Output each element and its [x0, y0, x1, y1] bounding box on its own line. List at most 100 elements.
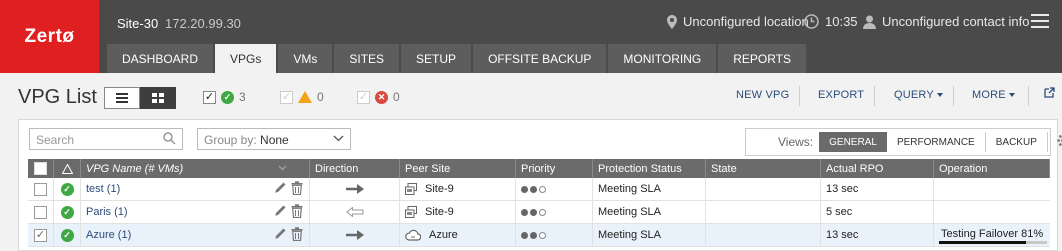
list-icon	[116, 93, 128, 103]
filter-warning-count: 0	[317, 90, 324, 104]
trash-icon[interactable]	[291, 227, 303, 241]
column-header-vpg-name[interactable]: VPG Name (# VMs)	[81, 159, 310, 178]
peer-site-name: Azure	[429, 229, 458, 241]
tab-dashboard[interactable]: DASHBOARD	[107, 44, 214, 73]
tab-monitoring[interactable]: MONITORING	[608, 44, 717, 73]
column-header-protection-status[interactable]: Protection Status	[593, 159, 706, 178]
gear-icon[interactable]	[1048, 133, 1062, 151]
filter-ok[interactable]: ✓ ✓ 3	[203, 90, 246, 104]
select-all-checkbox[interactable]	[28, 159, 54, 178]
table-header: VPG Name (# VMs) Direction Peer Site Pri…	[28, 159, 1050, 178]
map-pin-icon	[667, 14, 677, 29]
column-header-priority[interactable]: Priority	[516, 159, 593, 178]
site-name: Site-30	[117, 16, 159, 31]
location-info[interactable]: Unconfigured location	[667, 14, 809, 29]
query-label: QUERY	[894, 89, 934, 101]
vpg-name-cell: Azure (1)	[81, 224, 310, 246]
more-menu[interactable]: MORE	[972, 89, 1015, 101]
state-cell	[706, 201, 821, 223]
alert-triangle-icon	[61, 163, 73, 174]
divider	[874, 86, 875, 106]
operation-progress-text: Testing Failover 81%	[941, 227, 1044, 240]
tab-reports[interactable]: REPORTS	[718, 44, 806, 73]
column-header-direction[interactable]: Direction	[310, 159, 400, 178]
direction-outgoing-arrow-icon	[310, 224, 400, 246]
filter-error[interactable]: ✓ ✕ 0	[357, 90, 400, 104]
check-circle-icon: ✓	[221, 90, 234, 104]
vpg-list-panel: Search Group by: None Views: GENERAL PER…	[18, 119, 1062, 251]
column-header-state[interactable]: State	[706, 159, 821, 178]
operation-progress-bar: Testing Failover 81%	[939, 226, 1047, 245]
filter-warning-checkbox[interactable]: ✓	[280, 90, 293, 104]
new-vpg-button[interactable]: NEW VPG	[736, 89, 789, 101]
external-link-icon[interactable]	[1044, 87, 1055, 98]
list-view-button[interactable]	[104, 87, 140, 109]
row-checkbox[interactable]	[28, 201, 54, 223]
filter-error-count: 0	[393, 90, 400, 104]
trash-icon[interactable]	[291, 181, 303, 195]
peer-site-name: Site-9	[425, 206, 454, 218]
status-column-header[interactable]	[54, 159, 81, 178]
tab-sites[interactable]: SITES	[334, 44, 400, 73]
table-row[interactable]: ✓ Paris (1) Site-9 Meeting SLA 5 sec	[28, 201, 1050, 224]
view-backup-button[interactable]: BACKUP	[986, 132, 1048, 152]
filter-ok-checkbox[interactable]: ✓	[203, 90, 216, 104]
column-header-actual-rpo[interactable]: Actual RPO	[821, 159, 934, 178]
group-by-value: None	[260, 133, 289, 147]
caret-down-icon	[936, 93, 943, 97]
status-ok-icon: ✓	[54, 201, 81, 223]
peer-site-name: Site-9	[425, 183, 454, 195]
table-row[interactable]: ✓ ✓ Azure (1) Azure Meeting SLA 13 sec T…	[28, 224, 1050, 247]
operation-progress-fill	[939, 240, 1027, 244]
row-checkbox[interactable]	[28, 178, 54, 200]
tile-view-button[interactable]	[140, 87, 176, 109]
priority-indicator	[516, 224, 593, 246]
priority-indicator	[516, 201, 593, 223]
site-icon	[405, 206, 417, 218]
pencil-icon[interactable]	[274, 204, 287, 218]
hamburger-menu-icon[interactable]	[1031, 14, 1049, 28]
divider	[799, 86, 800, 106]
contact-info[interactable]: Unconfigured contact info	[863, 14, 1029, 29]
trash-icon[interactable]	[291, 204, 303, 218]
operation-cell: Testing Failover 81%	[934, 224, 1050, 246]
row-checkbox[interactable]: ✓	[28, 224, 54, 246]
vpg-name-link[interactable]: Azure (1)	[86, 229, 131, 241]
tab-offsite-backup[interactable]: OFFSITE BACKUP	[473, 44, 607, 73]
tab-vms[interactable]: VMs	[278, 44, 333, 73]
actual-rpo-cell: 13 sec	[821, 178, 934, 200]
user-icon	[863, 15, 876, 29]
divider	[953, 86, 954, 106]
pencil-icon[interactable]	[274, 181, 287, 195]
view-general-button[interactable]: GENERAL	[819, 132, 887, 152]
query-menu[interactable]: QUERY	[894, 89, 943, 101]
operation-cell	[934, 178, 1050, 200]
error-x-icon: ✕	[375, 90, 388, 104]
tab-vpgs[interactable]: VPGs	[215, 44, 277, 73]
vpg-name-link[interactable]: Paris (1)	[86, 206, 128, 218]
column-header-operation[interactable]: Operation	[934, 159, 1050, 178]
more-label: MORE	[972, 89, 1006, 101]
table-row[interactable]: ✓ test (1) Site-9 Meeting SLA 13 sec	[28, 178, 1050, 201]
filter-error-checkbox[interactable]: ✓	[357, 90, 370, 104]
time-text: 10:35	[825, 14, 858, 29]
vpg-name-link[interactable]: test (1)	[86, 183, 120, 195]
export-button[interactable]: EXPORT	[818, 89, 864, 101]
group-by-select[interactable]: Group by: None	[197, 128, 351, 150]
clock-icon	[804, 14, 819, 29]
tab-setup[interactable]: SETUP	[401, 44, 472, 73]
vpg-name-cell: test (1)	[81, 178, 310, 200]
warning-icon	[298, 91, 312, 103]
view-performance-button[interactable]: PERFORMANCE	[887, 132, 986, 152]
direction-incoming-arrow-icon	[310, 201, 400, 223]
column-header-label: VPG Name (# VMs)	[86, 162, 184, 175]
pencil-icon[interactable]	[274, 227, 287, 241]
actual-rpo-cell: 5 sec	[821, 201, 934, 223]
main-nav-tabs: DASHBOARD VPGs VMs SITES SETUP OFFSITE B…	[107, 44, 806, 73]
zerto-logo[interactable]: Zertø	[0, 0, 99, 73]
state-cell	[706, 224, 821, 246]
search-input[interactable]: Search	[29, 128, 183, 150]
filter-warning[interactable]: ✓ 0	[280, 90, 324, 104]
column-header-peer-site[interactable]: Peer Site	[400, 159, 516, 178]
peer-site-cell: Site-9	[400, 178, 516, 200]
